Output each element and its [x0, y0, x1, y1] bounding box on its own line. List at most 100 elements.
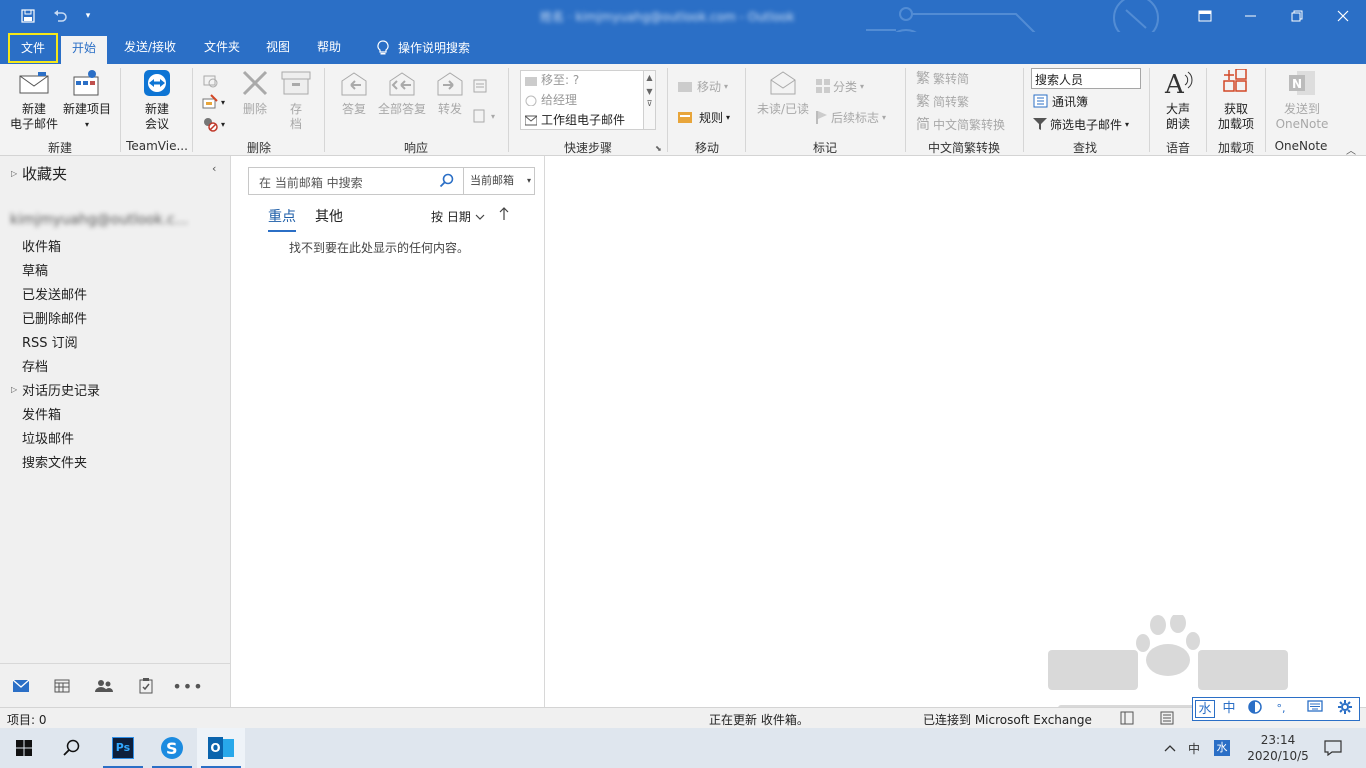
reading-view-icon[interactable] [1160, 711, 1174, 728]
search-people-input[interactable]: 搜索人员 [1031, 68, 1141, 89]
folder-rss[interactable]: RSS 订阅 [22, 332, 78, 351]
start-button[interactable] [0, 728, 48, 768]
outlook-app[interactable]: O [197, 728, 245, 768]
status-bar: 项目: 0 正在更新 收件箱。 已连接到 Microsoft Exchange [0, 707, 1366, 728]
sort-by-date-button[interactable]: 按 日期 [431, 208, 485, 225]
ribbon-display-options-icon[interactable] [1182, 0, 1228, 32]
reply-button[interactable]: 答复 [336, 68, 372, 117]
read-aloud-button[interactable]: A 大声 朗读 [1156, 68, 1200, 132]
quick-step-move-to[interactable]: 移至: ? [521, 71, 655, 91]
tab-file[interactable]: 文件 [8, 33, 59, 63]
tab-other[interactable]: 其他 [315, 206, 343, 226]
tell-me-search[interactable]: 操作说明搜索 [366, 32, 481, 64]
folder-search[interactable]: 搜索文件夹 [22, 452, 87, 471]
mail-icon[interactable] [11, 676, 31, 696]
folder-conversation-history[interactable]: 对话历史记录 [22, 380, 100, 399]
punctuation-toggle[interactable]: °, [1271, 700, 1291, 718]
meeting-reply-button[interactable] [472, 76, 488, 96]
more-apps-icon[interactable]: ••• [172, 676, 202, 696]
search-scope-dropdown[interactable]: 当前邮箱 ▾ [463, 168, 535, 194]
follow-up-button[interactable]: 后续标志 ▾ [816, 107, 886, 127]
delete-button[interactable]: 删除 [238, 68, 272, 117]
expand-caret-icon[interactable]: ▷ [11, 169, 17, 178]
simp-to-trad-button[interactable]: 繁简转繁 [916, 91, 969, 111]
normal-view-icon[interactable] [1120, 711, 1134, 728]
filter-email-button[interactable]: 筛选电子邮件 ▾ [1033, 114, 1129, 134]
search-button[interactable] [48, 728, 96, 768]
more-respond-button[interactable]: ▾ [472, 106, 495, 126]
expand-caret-icon[interactable]: ▷ [11, 385, 17, 394]
search-icon[interactable] [439, 173, 455, 189]
close-button[interactable] [1320, 0, 1366, 32]
folder-outbox[interactable]: 发件箱 [22, 404, 61, 423]
unread-read-button[interactable]: 未读/已读 [752, 68, 814, 117]
tab-help[interactable]: 帮助 [306, 32, 352, 64]
folder-drafts[interactable]: 草稿 [22, 260, 48, 279]
undo-icon[interactable] [50, 6, 70, 26]
junk-button[interactable]: ▾ [202, 114, 225, 134]
address-book-button[interactable]: 通讯簿 [1033, 91, 1088, 111]
ignore-button[interactable] [202, 70, 218, 90]
trad-to-simp-button[interactable]: 繁繁转简 [916, 68, 969, 88]
dialog-launcher-icon[interactable]: ⬊ [655, 144, 662, 153]
new-items-button[interactable]: 新建项目 ▾ [60, 68, 114, 132]
folder-deleted[interactable]: 已删除邮件 [22, 308, 87, 327]
notification-center-icon[interactable] [1320, 728, 1346, 768]
tab-focused[interactable]: 重点 [268, 206, 296, 232]
gallery-scroll[interactable]: ▲ ▼ ⊽ [643, 71, 655, 129]
ime-tray-icon[interactable]: 水 [1212, 728, 1232, 768]
collapse-pane-icon[interactable]: ‹ [212, 162, 216, 175]
search-mailbox[interactable]: 在 当前邮箱 中搜索 当前邮箱 ▾ [248, 167, 535, 195]
move-button[interactable]: 移动 ▾ [678, 76, 728, 96]
tasks-icon[interactable] [136, 676, 156, 696]
categorize-button[interactable]: 分类 ▾ [816, 76, 864, 96]
search-input[interactable]: 在 当前邮箱 中搜索 [259, 174, 363, 191]
minimize-button[interactable] [1228, 0, 1274, 32]
sort-direction-icon[interactable] [499, 207, 509, 224]
rules-button[interactable]: 规则 ▾ [678, 107, 730, 127]
folder-junk[interactable]: 垃圾邮件 [22, 428, 74, 447]
half-full-width-icon[interactable] [1245, 700, 1265, 718]
quick-step-team-email[interactable]: 工作组电子邮件 [521, 111, 655, 131]
tab-view[interactable]: 视图 [255, 32, 301, 64]
meeting-reply-icon [473, 79, 487, 93]
folder-sent[interactable]: 已发送邮件 [22, 284, 87, 303]
forward-button[interactable]: 转发 [432, 68, 468, 117]
send-to-onenote-button[interactable]: N 发送到 OneNote [1271, 68, 1333, 132]
ime-mode-toggle[interactable]: 中 [1219, 700, 1239, 718]
favorites-header[interactable]: 收藏夹 [22, 163, 67, 184]
soft-keyboard-icon[interactable] [1305, 700, 1325, 718]
clean-up-button[interactable]: ▾ [202, 92, 225, 112]
clock[interactable]: 23:14 2020/10/5 [1240, 728, 1316, 768]
reply-label: 答复 [341, 102, 366, 116]
restore-button[interactable] [1274, 0, 1320, 32]
quick-steps-gallery[interactable]: 移至: ? 给经理 工作组电子邮件 ▲ ▼ ⊽ [520, 70, 656, 130]
reply-all-button[interactable]: 全部答复 [376, 68, 428, 117]
new-email-button[interactable]: 新建 电子邮件 [8, 68, 60, 132]
input-language[interactable]: 中 [1184, 728, 1204, 768]
ime-logo-icon[interactable]: 水 [1195, 700, 1215, 718]
group-separator [905, 68, 906, 152]
tab-send-receive[interactable]: 发送/接收 [113, 32, 187, 64]
collapse-ribbon-icon[interactable]: ︿ [1346, 142, 1356, 157]
archive-button[interactable]: 存 档 [278, 68, 314, 132]
quick-step-to-manager[interactable]: 给经理 [521, 91, 655, 111]
sogou-browser-app[interactable]: S [148, 728, 196, 768]
new-meeting-button[interactable]: 新建 会议 [132, 68, 182, 132]
tab-home[interactable]: 开始 [61, 36, 108, 64]
folder-inbox[interactable]: 收件箱 [22, 236, 61, 255]
calendar-icon[interactable] [52, 676, 72, 696]
to-manager-icon [525, 95, 537, 106]
photoshop-app[interactable]: Ps [99, 728, 147, 768]
people-icon[interactable] [94, 676, 114, 696]
show-hidden-icons[interactable] [1160, 728, 1180, 768]
save-icon[interactable] [18, 6, 38, 26]
folder-archive[interactable]: 存档 [22, 356, 48, 375]
account-header[interactable]: kimjmyuahg@outlook.c... [10, 212, 188, 228]
tell-me-label: 操作说明搜索 [398, 41, 471, 55]
ime-settings-icon[interactable] [1335, 700, 1355, 718]
tab-folder[interactable]: 文件夹 [193, 32, 251, 64]
get-addins-button[interactable]: 获取 加载项 [1212, 68, 1260, 132]
customize-quick-access-icon[interactable]: ▾ [78, 6, 98, 26]
chinese-convert-button[interactable]: 简中文简繁转换 [916, 114, 1005, 134]
